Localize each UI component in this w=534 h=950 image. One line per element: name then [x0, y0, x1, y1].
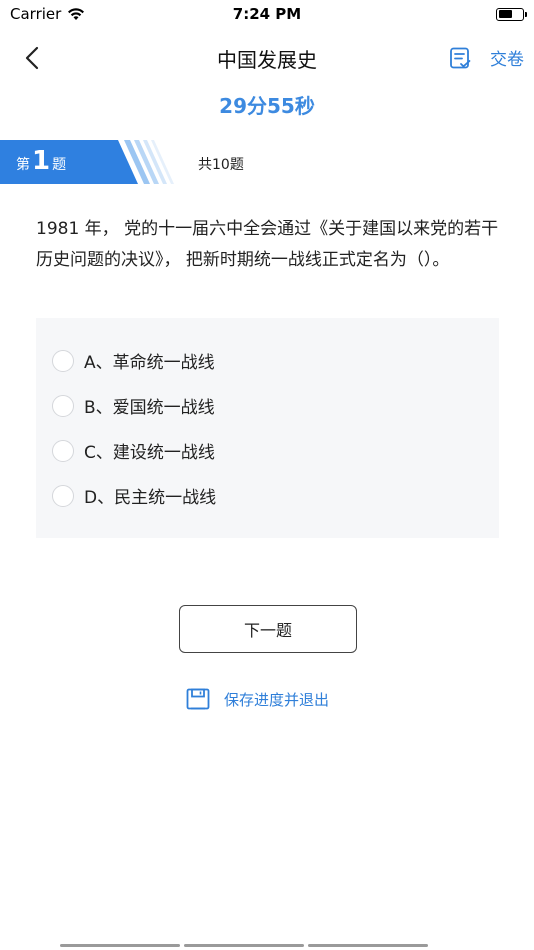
- bottom-indicator: [60, 944, 428, 947]
- question-number: 1: [32, 146, 51, 176]
- question-suffix: 题: [52, 157, 67, 173]
- option-label: D、民主统一战线: [84, 488, 217, 508]
- option-label: C、建设统一战线: [84, 443, 215, 463]
- battery-icon: [496, 7, 527, 21]
- option-label: B、爱国统一战线: [84, 398, 215, 418]
- radio-button[interactable]: [52, 394, 74, 417]
- status-time: 7:24 PM: [232, 5, 302, 23]
- question-total: 共10题: [198, 157, 244, 173]
- page-title: 中国发展史: [217, 47, 317, 72]
- save-and-exit-label: 保存进度并退出: [224, 690, 330, 709]
- countdown-timer: 29分55秒: [219, 94, 315, 118]
- radio-button[interactable]: [52, 439, 74, 462]
- chevron-left-icon[interactable]: [18, 44, 46, 72]
- submit-button[interactable]: 交卷: [490, 45, 524, 70]
- nav-actions: 交卷: [448, 45, 524, 70]
- radio-button[interactable]: [52, 349, 74, 372]
- option-a[interactable]: A、革命统一战线: [36, 338, 499, 383]
- next-question-button[interactable]: 下一题: [179, 605, 357, 653]
- question-text: 1981 年， 党的十一届六中全会通过《关于建国以来党的若干历史问题的决议》， …: [36, 219, 499, 270]
- battery-level: [498, 10, 513, 18]
- option-c[interactable]: C、建设统一战线: [36, 428, 499, 473]
- question-header: 第 1 题 共10题: [0, 140, 534, 184]
- status-bar: Carrier 7:24 PM: [0, 0, 534, 28]
- question-number-label: 第 1 题: [16, 146, 66, 176]
- options-list: A、革命统一战线 B、爱国统一战线 C、建设统一战线 D、民主统一战线: [36, 318, 499, 538]
- answer-sheet-icon[interactable]: [448, 46, 472, 70]
- indicator-segment: [60, 944, 180, 947]
- nav-bar: 中国发展史 交卷: [0, 28, 534, 88]
- option-d[interactable]: D、民主统一战线: [36, 473, 499, 518]
- save-and-exit-button[interactable]: 保存进度并退出: [186, 688, 329, 710]
- save-icon: [186, 688, 210, 710]
- option-b[interactable]: B、爱国统一战线: [36, 383, 499, 428]
- question-prefix: 第: [16, 157, 30, 173]
- radio-button[interactable]: [52, 484, 74, 507]
- indicator-segment: [184, 944, 304, 947]
- option-label: A、革命统一战线: [84, 353, 215, 373]
- indicator-segment: [308, 944, 428, 947]
